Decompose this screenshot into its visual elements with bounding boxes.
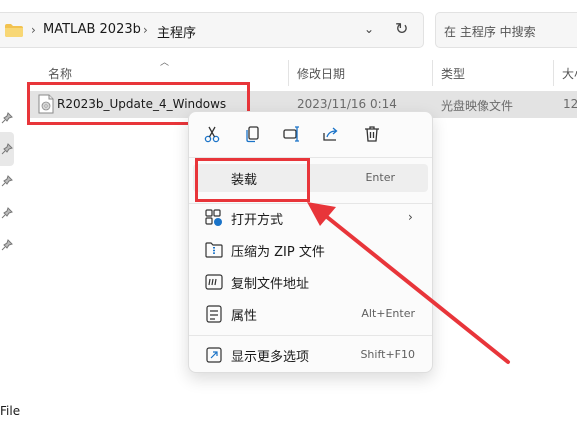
menu-item-shortcut: Alt+Enter [361, 307, 415, 320]
context-menu: 装载 Enter 打开方式 › 压缩为 ZIP 文件 复制文件地址 属性 Alt… [188, 111, 433, 373]
copy-icon[interactable] [243, 124, 263, 144]
zip-icon [205, 242, 223, 258]
address-bar[interactable]: › MATLAB 2023b › 主程序 ⌄ ↻ [0, 12, 424, 48]
breadcrumb-item-matlab[interactable]: MATLAB 2023b [43, 22, 141, 37]
more-options-icon [206, 347, 222, 363]
annotation-box-mount [195, 158, 310, 202]
pin-icon[interactable] [1, 175, 13, 187]
pin-icon[interactable] [1, 207, 13, 219]
column-header-size[interactable]: 大小 [562, 65, 577, 82]
menu-item-compress-zip[interactable]: 压缩为 ZIP 文件 [193, 236, 428, 264]
column-divider[interactable] [553, 60, 554, 86]
search-input[interactable]: 在 主程序 中搜索 [444, 23, 536, 40]
column-divider[interactable] [288, 60, 289, 86]
file-date: 2023/11/16 0:14 [297, 97, 397, 111]
breadcrumb-separator: › [31, 23, 36, 37]
menu-item-open-with[interactable]: 打开方式 › [193, 204, 428, 232]
share-icon[interactable] [321, 124, 341, 144]
column-header-type[interactable]: 类型 [441, 65, 465, 82]
menu-item-label: 复制文件地址 [231, 277, 310, 292]
pin-icon[interactable] [1, 143, 13, 155]
open-with-icon [205, 209, 222, 226]
folder-icon [5, 24, 23, 37]
chevron-down-icon[interactable]: ⌄ [364, 22, 374, 36]
column-header-date[interactable]: 修改日期 [297, 65, 345, 82]
menu-item-label: 属性 [231, 309, 258, 324]
pin-icon[interactable] [1, 239, 13, 251]
copy-path-icon [205, 274, 223, 290]
rename-icon[interactable] [282, 124, 302, 144]
search-box[interactable]: 在 主程序 中搜索 [435, 12, 577, 48]
chevron-right-icon: › [408, 210, 413, 224]
menu-item-properties[interactable]: 属性 Alt+Enter [193, 300, 428, 328]
refresh-icon[interactable]: ↻ [395, 19, 408, 38]
column-divider[interactable] [432, 60, 433, 86]
menu-item-label: 显示更多选项 [231, 350, 310, 365]
pin-icon[interactable] [1, 112, 13, 124]
file-type: 光盘映像文件 [441, 99, 514, 113]
menu-item-shortcut: Enter [365, 171, 395, 184]
menu-item-label: 打开方式 [231, 213, 284, 228]
menu-item-shortcut: Shift+F10 [360, 348, 415, 361]
menu-item-label: 压缩为 ZIP 文件 [231, 245, 325, 260]
breadcrumb-item-main[interactable]: 主程序 [157, 22, 196, 41]
menu-item-copy-path[interactable]: 复制文件地址 [193, 268, 428, 296]
column-header-name[interactable]: 名称 [48, 65, 72, 82]
file-size: 12 [563, 97, 577, 111]
menu-item-show-more[interactable]: 显示更多选项 Shift+F10 [193, 341, 428, 369]
cut-icon[interactable] [202, 124, 222, 144]
properties-icon [206, 305, 222, 323]
menu-separator [189, 335, 432, 336]
delete-icon[interactable] [362, 124, 382, 144]
breadcrumb-separator: › [143, 23, 148, 37]
nav-item-label[interactable]: File [0, 404, 20, 418]
sort-up-icon: ︿ [160, 58, 170, 68]
